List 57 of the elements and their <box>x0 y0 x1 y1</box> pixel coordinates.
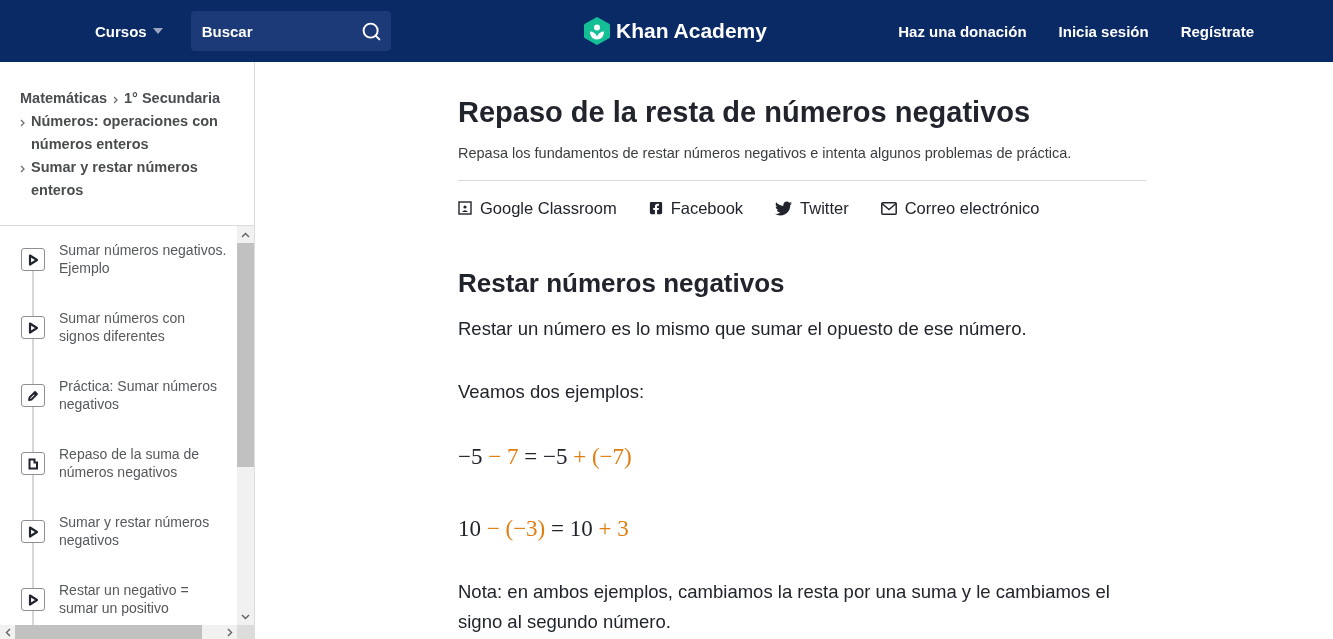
envelope-icon <box>880 201 897 215</box>
play-icon <box>21 248 45 271</box>
sidebar-item[interactable]: Práctica: Sumar números negativos <box>21 362 237 430</box>
courses-menu-button[interactable]: Cursos <box>95 18 163 44</box>
chevron-icon <box>20 119 25 127</box>
document-icon <box>21 452 45 475</box>
math-term: + <box>573 444 587 469</box>
page-subtitle: Repasa los fundamentos de restar números negativos e intenta algunos problemas de práctica. <box>458 143 1146 181</box>
paragraph-text: Restar un número es lo mismo que sumar el opuesto de ese número. <box>458 317 1028 341</box>
math-term: (−3) <box>505 516 546 541</box>
breadcrumb-link[interactable]: 1° Secundaria <box>124 87 221 110</box>
nav-link[interactable]: Haz una donación <box>898 22 1027 40</box>
math-term: − <box>488 444 502 469</box>
hexagon-logo-icon <box>584 17 611 45</box>
breadcrumb-link[interactable]: Números: operaciones con números enteros <box>31 110 236 156</box>
math-term: −5 <box>542 444 568 469</box>
share-link[interactable]: Google Classroom <box>458 198 617 218</box>
paragraph-text: Nota: en ambos ejemplos, cambiamos la resta por una suma y le cambiamos el signo al segundo número. <box>458 580 1111 634</box>
math-term: 10 <box>458 516 481 541</box>
search-icon <box>360 21 382 42</box>
share-link[interactable]: Correo electrónico <box>880 198 1040 218</box>
caret-icon <box>152 28 163 34</box>
share-link[interactable]: Twitter <box>775 198 849 218</box>
paragraph-text: Veamos dos ejemplos: <box>458 380 646 404</box>
breadcrumb-link[interactable]: Matemáticas <box>20 87 108 110</box>
play-icon <box>21 588 45 611</box>
math-term: + <box>598 516 612 541</box>
person-board-icon <box>458 201 472 215</box>
section-heading: Restar números negativos <box>458 267 786 300</box>
play-icon <box>21 316 45 339</box>
math-term: 7 <box>506 444 519 469</box>
math-term: 3 <box>617 516 629 541</box>
math-term: = <box>551 516 564 541</box>
nav-link[interactable]: Inicia sesión <box>1058 22 1149 40</box>
chevron-icon <box>20 165 25 173</box>
sidebar-item[interactable]: Sumar números con signos diferentes <box>21 294 237 362</box>
pencil-icon <box>21 384 45 407</box>
math-term: −5 <box>458 444 483 469</box>
math-term: 10 <box>569 516 593 541</box>
math-term: − <box>486 516 500 541</box>
sidebar-item[interactable]: Repaso de la suma de números negativos <box>21 430 237 498</box>
logo-link[interactable]: Khan Academy <box>584 17 767 45</box>
facebook-icon <box>648 201 663 215</box>
scrollbar-thumb[interactable] <box>237 243 254 467</box>
bird-icon <box>775 199 793 217</box>
chevron-icon <box>113 96 119 104</box>
search-field[interactable]: Buscar <box>190 11 391 51</box>
scrollbar-thumb[interactable] <box>15 625 202 639</box>
breadcrumb-link[interactable]: Sumar y restar números enteros <box>31 156 236 202</box>
math-term: = <box>524 444 538 469</box>
sidebar-item[interactable]: Sumar números negativos. Ejemplo <box>21 226 237 294</box>
play-icon <box>21 520 45 543</box>
math-term: (−7) <box>591 444 632 469</box>
nav-link[interactable]: Regístrate <box>1180 22 1254 40</box>
page-title: Repaso de la resta de números negativos <box>458 95 1032 130</box>
share-link[interactable]: Facebook <box>648 198 744 218</box>
sidebar-item[interactable]: Sumar y restar números negativos <box>21 498 237 566</box>
